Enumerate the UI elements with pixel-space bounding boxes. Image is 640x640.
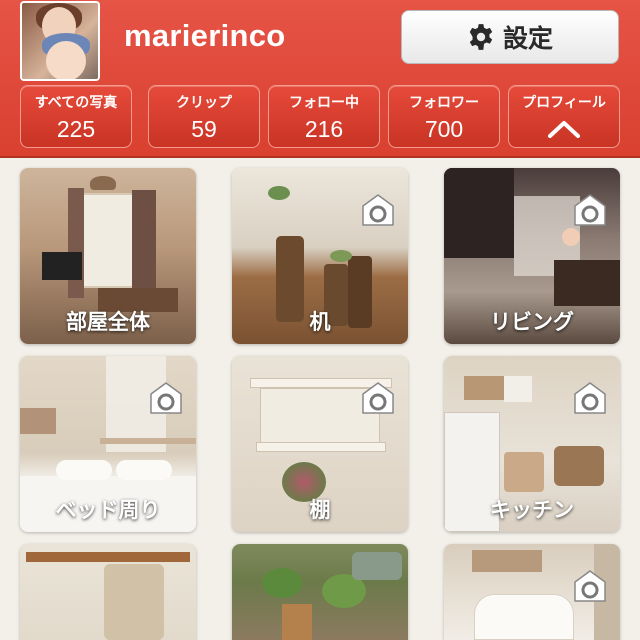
photo-tile[interactable]: キッチン xyxy=(444,356,620,532)
gear-icon xyxy=(469,24,493,50)
camera-icon xyxy=(362,382,394,414)
tile-caption: 部屋全体 xyxy=(66,310,150,334)
plants-photo xyxy=(232,544,408,640)
camera-icon xyxy=(362,194,394,226)
camera-icon xyxy=(574,194,606,226)
username: marierinco xyxy=(124,18,286,53)
stat-label: クリップ xyxy=(176,95,232,111)
profile-header: marierinco 設定 すべての写真 225 クリップ 59 フォロー中 2… xyxy=(0,0,640,158)
stat-label: フォロワー xyxy=(409,95,479,111)
photo-tile[interactable]: 机 xyxy=(232,168,408,344)
stat-value: 216 xyxy=(304,116,344,142)
settings-label: 設定 xyxy=(502,24,553,53)
photo-tile[interactable] xyxy=(20,544,196,640)
tile-caption: 棚 xyxy=(309,498,331,522)
stat-value: 700 xyxy=(424,116,464,142)
tile-caption: ベッド周り xyxy=(55,498,161,522)
photo-tile[interactable] xyxy=(444,544,620,640)
settings-button[interactable]: 設定 xyxy=(401,10,619,64)
stat-followers[interactable]: フォロワー 700 xyxy=(388,85,500,148)
stat-all-photos[interactable]: すべての写真 225 xyxy=(20,85,132,148)
photo-tile[interactable]: 棚 xyxy=(232,356,408,532)
stat-label: すべての写真 xyxy=(34,95,118,111)
photo-tile[interactable]: 部屋全体 xyxy=(20,168,196,344)
stat-label: フォロー中 xyxy=(289,95,359,111)
stat-value: 59 xyxy=(191,116,217,142)
photo-tile[interactable]: リビング xyxy=(444,168,620,344)
tile-caption: リビング xyxy=(490,310,574,334)
camera-icon xyxy=(574,382,606,414)
stat-clips[interactable]: クリップ 59 xyxy=(148,85,260,148)
stat-value: 225 xyxy=(56,116,96,142)
tile-caption: 机 xyxy=(309,310,331,334)
chevron-up-icon xyxy=(548,121,580,138)
photo-tile[interactable]: ベッド周り xyxy=(20,356,196,532)
photo-tile[interactable] xyxy=(232,544,408,640)
stat-profile[interactable]: プロフィール xyxy=(508,85,620,148)
avatar[interactable] xyxy=(20,1,100,81)
stat-label: プロフィール xyxy=(522,95,606,111)
hook-photo xyxy=(20,544,196,640)
stat-following[interactable]: フォロー中 216 xyxy=(268,85,380,148)
camera-icon xyxy=(574,570,606,602)
tile-caption: キッチン xyxy=(490,498,574,522)
camera-icon xyxy=(150,382,182,414)
